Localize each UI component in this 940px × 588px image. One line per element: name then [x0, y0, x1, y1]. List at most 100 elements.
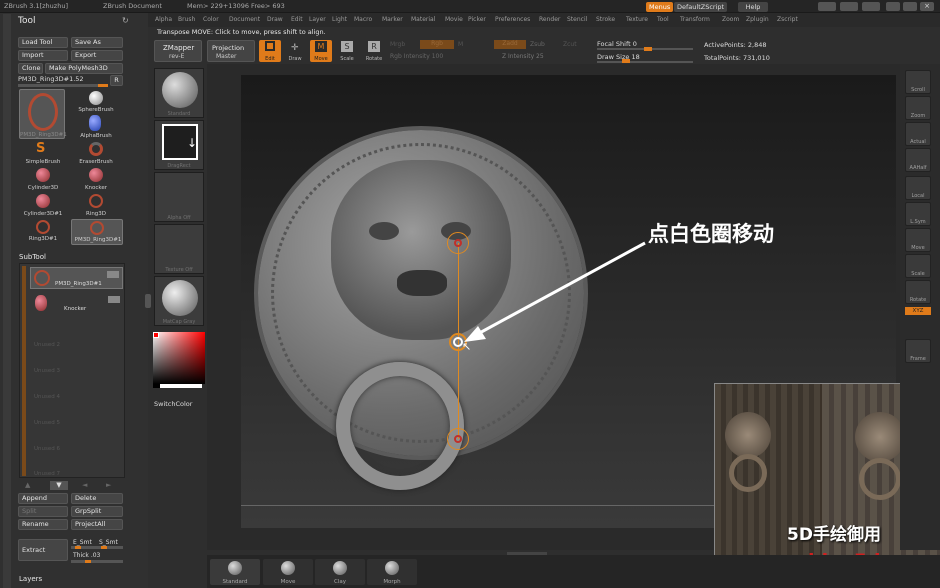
- tool-thumb-ring3d-1[interactable]: Ring3D#1: [20, 219, 66, 245]
- clone-button[interactable]: Clone: [18, 63, 43, 74]
- tool-thumb-pm3d-ring-1[interactable]: PM3D_Ring3D#1: [71, 219, 123, 245]
- split-button[interactable]: Split: [18, 506, 68, 517]
- menu-texture[interactable]: Texture: [626, 16, 648, 23]
- knocker-ring-model[interactable]: [336, 362, 464, 490]
- frame-button[interactable]: Frame: [905, 339, 931, 363]
- primary-color-swatch[interactable]: [160, 384, 202, 388]
- move-button[interactable]: M Move: [310, 40, 332, 62]
- scroll-button[interactable]: Scroll: [905, 70, 931, 94]
- menu-brush[interactable]: Brush: [178, 16, 195, 23]
- close-icon[interactable]: ×: [920, 2, 934, 11]
- eye-icon[interactable]: [108, 296, 120, 303]
- menu-alpha[interactable]: Alpha: [155, 16, 172, 23]
- transpose-end-circle[interactable]: [447, 428, 469, 450]
- actual-button[interactable]: Actual: [905, 122, 931, 146]
- minimize-icon[interactable]: [886, 2, 900, 11]
- append-button[interactable]: Append: [18, 493, 68, 504]
- rotate-view-button[interactable]: Rotate: [905, 280, 931, 304]
- move-view-button[interactable]: Move: [905, 228, 931, 252]
- draw-size-slider[interactable]: Draw Size 18: [597, 53, 640, 61]
- window-restore-icon[interactable]: [862, 2, 880, 11]
- thick-track[interactable]: [71, 560, 123, 563]
- projectall-button[interactable]: ProjectAll: [71, 519, 123, 530]
- arrow-right-icon[interactable]: ►: [106, 481, 111, 489]
- focal-shift-knob[interactable]: [644, 47, 652, 51]
- layers-title[interactable]: Layers: [19, 575, 42, 583]
- r-button[interactable]: R: [110, 75, 123, 86]
- subtool-unused[interactable]: Unused 2: [34, 342, 60, 348]
- rgb-intensity-slider[interactable]: Rgb Intensity 100: [390, 53, 443, 60]
- subtool-unused[interactable]: Unused 5: [34, 420, 60, 426]
- e-smt-toggle[interactable]: E_Smt: [73, 539, 92, 546]
- arrow-down-icon[interactable]: ▼: [50, 481, 68, 490]
- m-button[interactable]: M: [458, 41, 463, 48]
- menu-document[interactable]: Document: [229, 16, 260, 23]
- matcap-slot[interactable]: MatCap Gray: [154, 276, 204, 326]
- aahalf-button[interactable]: AAHalf: [905, 148, 931, 172]
- rgb-button[interactable]: Rgb: [420, 40, 454, 49]
- eye-icon[interactable]: [107, 271, 119, 278]
- default-zscript-button[interactable]: DefaultZScript: [674, 2, 728, 12]
- menu-render[interactable]: Render: [539, 16, 560, 23]
- smt-track[interactable]: [71, 546, 123, 549]
- z-intensity-slider[interactable]: Z Intensity 25: [502, 53, 544, 60]
- menu-marker[interactable]: Marker: [382, 16, 403, 23]
- menus-button[interactable]: Menus: [646, 2, 674, 12]
- color-picker[interactable]: [153, 332, 205, 384]
- make-polymesh-button[interactable]: Make PolyMesh3D: [45, 63, 123, 74]
- s-smt-toggle[interactable]: S_Smt: [99, 539, 118, 546]
- menu-transform[interactable]: Transform: [680, 16, 710, 23]
- export-button[interactable]: Export: [71, 50, 123, 61]
- subtool-unused[interactable]: Unused 4: [34, 394, 60, 400]
- menu-draw[interactable]: Draw: [267, 16, 283, 23]
- draw-size-knob[interactable]: [622, 59, 630, 63]
- lsym-button[interactable]: L.Sym: [905, 202, 931, 226]
- xyz-button[interactable]: XYZ: [905, 307, 931, 315]
- menu-color[interactable]: Color: [203, 16, 219, 23]
- switchcolor-button[interactable]: SwitchColor: [154, 400, 192, 408]
- grpsplit-button[interactable]: GrpSplit: [71, 506, 123, 517]
- draw-size-track[interactable]: [597, 61, 693, 63]
- menu-tool[interactable]: Tool: [657, 16, 669, 23]
- window-layout-icon[interactable]: [818, 2, 836, 11]
- menu-stencil[interactable]: Stencil: [567, 16, 587, 23]
- subtool-scrollbar[interactable]: [22, 266, 26, 476]
- dragrect-stroke-slot[interactable]: ↓ DragRect: [154, 120, 204, 170]
- load-tool-button[interactable]: Load Tool: [18, 37, 68, 48]
- zoom-button[interactable]: Zoom: [905, 96, 931, 120]
- delete-button[interactable]: Delete: [71, 493, 123, 504]
- brush-clay[interactable]: Clay: [315, 559, 365, 585]
- menu-edit[interactable]: Edit: [291, 16, 303, 23]
- menu-macro[interactable]: Macro: [354, 16, 372, 23]
- window-tile-icon[interactable]: [840, 2, 858, 11]
- arrow-up-icon[interactable]: ▲: [25, 481, 30, 489]
- menu-layer[interactable]: Layer: [309, 16, 326, 23]
- menu-movie[interactable]: Movie: [445, 16, 463, 23]
- maximize-icon[interactable]: [903, 2, 917, 11]
- alpha-slot[interactable]: Alpha Off: [154, 172, 204, 222]
- subtool-unused[interactable]: Unused 6: [34, 446, 60, 452]
- menu-light[interactable]: Light: [332, 16, 347, 23]
- tool-scroll-track[interactable]: [18, 84, 108, 87]
- shelf-handle[interactable]: [507, 552, 547, 555]
- help-button[interactable]: Help: [738, 2, 768, 12]
- menu-material[interactable]: Material: [411, 16, 435, 23]
- subtool-unused[interactable]: Unused 3: [34, 368, 60, 374]
- arrow-left-icon[interactable]: ◄: [82, 481, 87, 489]
- subtool-item-1[interactable]: Knocker: [30, 293, 123, 315]
- thick-slider[interactable]: Thick .03: [73, 552, 100, 559]
- projection-master-button[interactable]: Projection Master: [207, 40, 255, 62]
- local-button[interactable]: Local: [905, 176, 931, 200]
- zadd-button[interactable]: Zadd: [494, 40, 526, 49]
- zcut-button[interactable]: Zcut: [563, 41, 577, 48]
- refresh-icon[interactable]: ↻: [122, 16, 129, 25]
- scale-view-button[interactable]: Scale: [905, 254, 931, 278]
- brush-morph[interactable]: Morph: [367, 559, 417, 585]
- menu-zscript[interactable]: Zscript: [777, 16, 798, 23]
- mrgb-button[interactable]: Mrgb: [390, 41, 405, 48]
- menu-preferences[interactable]: Preferences: [495, 16, 530, 23]
- left-tray-strip[interactable]: [3, 14, 11, 588]
- rotate-button[interactable]: R Rotate: [362, 40, 386, 62]
- draw-button[interactable]: ✛ Draw: [284, 40, 306, 62]
- menu-picker[interactable]: Picker: [468, 16, 486, 23]
